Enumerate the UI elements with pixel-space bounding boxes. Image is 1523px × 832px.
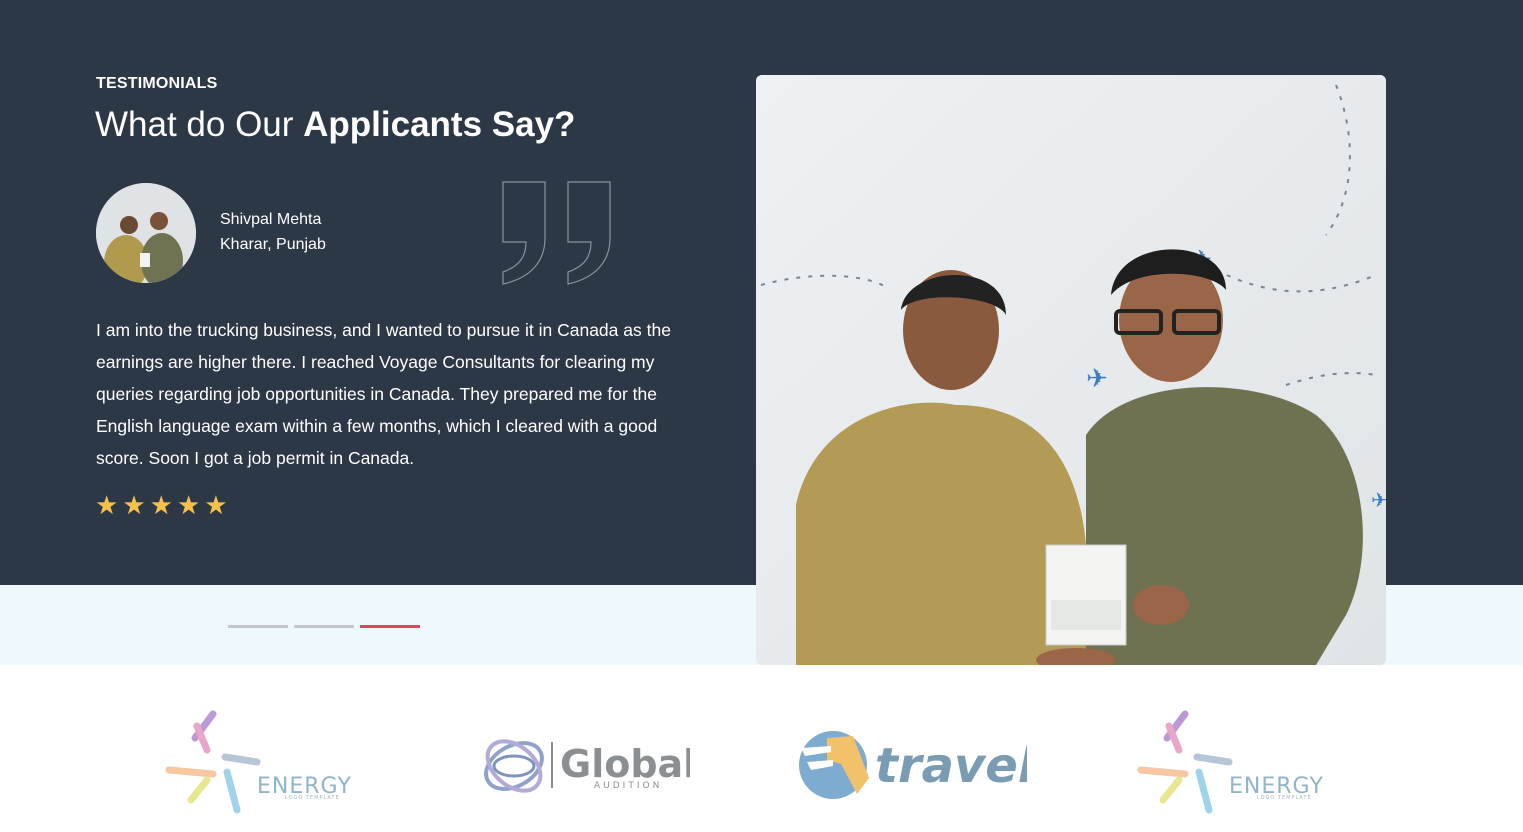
partner-logos: ENERGY LOGO TEMPLATE Global AUDITION tra… <box>0 700 1523 832</box>
testimonial-text: I am into the trucking business, and I w… <box>96 320 671 468</box>
logo-4: ENERGY LOGO TEMPLATE <box>1137 700 1337 825</box>
quote-icon <box>502 181 611 285</box>
star-icon: ★ <box>176 490 201 520</box>
global-audition-logo-icon: Global AUDITION <box>484 739 696 793</box>
logo-3: travel <box>797 700 1035 825</box>
star-icon: ★ <box>204 490 228 520</box>
reviewer-name: Shivpal Mehta <box>220 211 322 228</box>
heading-regular: What do Our <box>95 105 304 144</box>
star-icon: ★ <box>122 490 146 520</box>
heading-bold: Applicants Say? <box>303 105 576 144</box>
star-icon: ★ <box>149 490 173 520</box>
energy-logo-icon: ENERGY LOGO TEMPLATE <box>1137 710 1323 814</box>
testimonial-photo-image: ✈ ✈ ✈ <box>756 75 1386 665</box>
reviewer-location: Kharar, Punjab <box>220 236 326 253</box>
slider-dot-3[interactable] <box>360 625 420 628</box>
avatar <box>96 183 196 283</box>
svg-text:✈: ✈ <box>1371 488 1386 512</box>
svg-text:✈: ✈ <box>1086 364 1108 394</box>
rating-stars: ★ ★ ★ ★ ★ <box>95 492 228 518</box>
logo-4-tagline: LOGO TEMPLATE <box>1257 795 1312 801</box>
travel-logo-icon: travel <box>799 731 1035 799</box>
testimonial-photo: ✈ ✈ ✈ <box>756 75 1386 665</box>
logo-2-name: Global <box>560 742 690 786</box>
section-heading: What do Our Applicants Say? <box>95 104 575 146</box>
energy-logo-icon: ENERGY LOGO TEMPLATE <box>165 710 351 814</box>
slider-dot-2[interactable] <box>294 625 354 628</box>
logo-3-name: travel <box>875 738 1027 794</box>
logo-1-tagline: LOGO TEMPLATE <box>285 795 340 801</box>
logo-2: Global AUDITION <box>480 700 696 825</box>
logo-1: ENERGY LOGO TEMPLATE <box>165 700 365 825</box>
logo-2-tagline: AUDITION <box>594 781 662 791</box>
slider-pagination <box>228 625 420 628</box>
section-eyebrow: TESTIMONIALS <box>96 75 218 92</box>
slider-dot-1[interactable] <box>228 625 288 628</box>
avatar-photo <box>96 183 196 283</box>
star-icon: ★ <box>95 490 119 520</box>
